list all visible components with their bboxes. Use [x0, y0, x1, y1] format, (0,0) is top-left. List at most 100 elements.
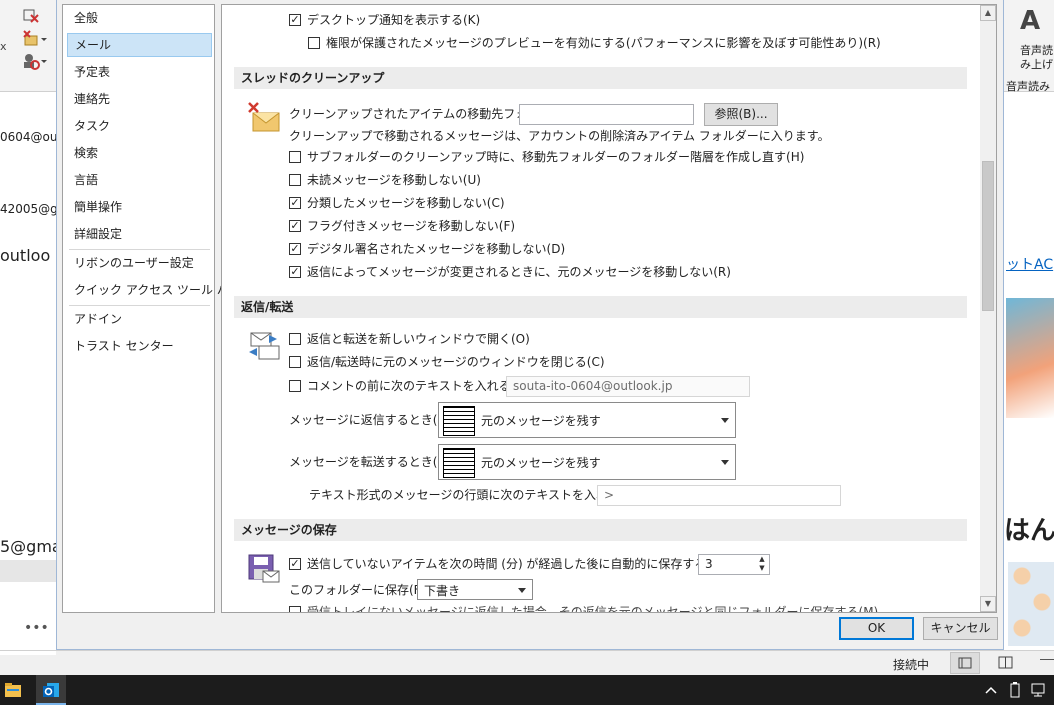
- nav-item-contacts[interactable]: 連絡先: [67, 87, 212, 111]
- save-folder-label: このフォルダーに保存(F):: [289, 583, 430, 597]
- cleanup-option-checkbox[interactable]: [289, 174, 301, 186]
- cleanup-option-checkbox[interactable]: [289, 151, 301, 163]
- reply-option-checkbox[interactable]: [289, 356, 301, 368]
- battery-icon[interactable]: [1008, 681, 1022, 699]
- options-content: デスクトップ通知を表示する(K) 権限が保護されたメッセージのプレビューを有効に…: [221, 4, 997, 613]
- reply-forward-icon: [249, 332, 280, 360]
- message-format-icon: [443, 448, 475, 478]
- section-reply-header: 返信/転送: [234, 296, 967, 318]
- read-aloud-icon[interactable]: A: [1020, 6, 1040, 36]
- reading-view-button[interactable]: [996, 654, 1016, 675]
- reply-option-label: 返信と転送を新しいウィンドウで開く(O): [307, 332, 530, 346]
- ok-button[interactable]: OK: [839, 617, 914, 640]
- nav-item-add-ins[interactable]: アドイン: [67, 307, 212, 331]
- read-aloud-group-label: 音声読み: [1006, 80, 1050, 93]
- nav-item-search[interactable]: 検索: [67, 141, 212, 165]
- cancel-button[interactable]: キャンセル: [923, 617, 998, 640]
- nav-item-language[interactable]: 言語: [67, 168, 212, 192]
- normal-view-icon: [958, 657, 972, 669]
- nav-item-mail[interactable]: メール: [67, 33, 212, 57]
- cleanup-option-checkbox[interactable]: [289, 266, 301, 278]
- nav-item-calendar[interactable]: 予定表: [67, 60, 212, 84]
- reading-view-icon: [998, 656, 1013, 669]
- cleanup-option-checkbox[interactable]: [289, 243, 301, 255]
- read-aloud-label-2: み上げ: [1020, 58, 1053, 71]
- save-reply-label: 受信トレイにないメッセージに返信した場合、その返信を元のメッセージと同じフォルダ…: [307, 605, 879, 613]
- cleanup-folder-icon: [248, 102, 280, 132]
- ribbon-fragment: x: [0, 0, 56, 92]
- nav-item-advanced[interactable]: 詳細設定: [67, 222, 212, 246]
- ad-heading: はんか: [1004, 516, 1054, 546]
- cleanup-folder-input[interactable]: [519, 104, 694, 125]
- reply-option-checkbox[interactable]: [289, 333, 301, 345]
- forward-mode-value: 元のメッセージを残す: [481, 456, 601, 470]
- prefix-text-input[interactable]: >: [597, 485, 841, 506]
- forward-mode-select[interactable]: 元のメッセージを残す: [438, 444, 736, 480]
- zoom-slider[interactable]: [1040, 659, 1054, 660]
- cleanup-option-checkbox[interactable]: [289, 220, 301, 232]
- autosave-label: 送信していないアイテムを次の時間 (分) が経過した後に自動的に保存する(S):: [307, 557, 728, 571]
- cleanup-option-label: サブフォルダーのクリーンアップ時に、移動先フォルダーのフォルダー階層を作成し直す…: [307, 150, 805, 164]
- cleanup-option-label: フラグ付きメッセージを移動しない(F): [307, 219, 516, 233]
- nav-item-tasks[interactable]: タスク: [67, 114, 212, 138]
- autosave-checkbox[interactable]: [289, 558, 301, 570]
- reply-option-label: コメントの前に次のテキストを入れる(A):: [307, 379, 533, 393]
- nav-item-general[interactable]: 全般: [67, 6, 212, 30]
- chevron-down-icon: [721, 418, 729, 423]
- cleanup-icon[interactable]: [22, 30, 48, 48]
- cleanup-option-checkbox[interactable]: [289, 197, 301, 209]
- desktop-notify-label: デスクトップ通知を表示する(K): [307, 13, 481, 27]
- email-fragment-2: 42005@gm: [0, 202, 56, 216]
- nav-item-trust-center[interactable]: トラスト センター: [67, 334, 212, 358]
- scroll-up-icon[interactable]: ▲: [980, 5, 996, 21]
- ignore-icon[interactable]: [22, 6, 40, 24]
- scroll-down-icon[interactable]: ▼: [980, 596, 996, 612]
- windows-taskbar: [0, 675, 1054, 705]
- chevron-down-icon: [518, 587, 526, 593]
- nav-item-customize-ribbon[interactable]: リボンのユーザー設定: [67, 251, 212, 275]
- chevron-up-icon[interactable]: [984, 684, 998, 696]
- nav-separator: [69, 249, 210, 250]
- reply-mode-value: 元のメッセージを残す: [481, 414, 601, 428]
- cleanup-option-label: 分類したメッセージを移動しない(C): [307, 196, 505, 210]
- reply-mode-select[interactable]: 元のメッセージを残す: [438, 402, 736, 438]
- outlook-status-bar: 接続中: [0, 650, 1054, 675]
- save-folder-value: 下書き: [424, 584, 461, 598]
- scrollbar-thumb[interactable]: [982, 161, 994, 311]
- comment-prefix-input[interactable]: souta-ito-0604@outlook.jp: [506, 376, 750, 397]
- email-fragment-1: 0604@outlo: [0, 130, 56, 144]
- ad-illustration: [1008, 562, 1054, 646]
- save-folder-select[interactable]: 下書き: [417, 579, 533, 600]
- save-reply-checkbox[interactable]: [289, 606, 301, 612]
- junk-icon[interactable]: [22, 52, 48, 70]
- email-fragment-3: outloo: [0, 246, 51, 265]
- cleanup-note: クリーンアップで移動されるメッセージは、アカウントの削除済みアイテム フォルダー…: [289, 129, 830, 143]
- nav-item-accessibility[interactable]: 簡単操作: [67, 195, 212, 219]
- chevron-down-icon: [721, 460, 729, 465]
- browse-button[interactable]: 参照(B)...: [704, 103, 778, 126]
- prefix-text-label: テキスト形式のメッセージの行頭に次のテキストを入れる(P):: [309, 488, 641, 502]
- ad-link[interactable]: ットAC: [1006, 254, 1053, 274]
- more-options-icon[interactable]: •••: [24, 620, 49, 636]
- desktop-notify-checkbox[interactable]: [289, 14, 301, 26]
- network-icon[interactable]: [1030, 682, 1050, 698]
- protected-preview-checkbox[interactable]: [308, 37, 320, 49]
- section-save-header: メッセージの保存: [234, 519, 967, 541]
- section-cleanup-header: スレッドのクリーンアップ: [234, 67, 967, 89]
- cleanup-option-label: 未読メッセージを移動しない(U): [307, 173, 481, 187]
- reply-option-checkbox[interactable]: [289, 380, 301, 392]
- email-fragment-4: 5@gma: [0, 537, 56, 556]
- content-scrollbar[interactable]: ▲ ▼: [980, 5, 996, 612]
- selected-row-fragment: [0, 560, 56, 582]
- cleanup-option-label: デジタル署名されたメッセージを移動しない(D): [307, 242, 566, 256]
- nav-item-quick-access-toolbar[interactable]: クイック アクセス ツール バー: [67, 278, 241, 302]
- message-format-icon: [443, 406, 475, 436]
- nav-separator: [69, 305, 210, 306]
- stepper-arrows-icon[interactable]: ▲ ▼: [755, 555, 769, 574]
- reply-mode-label: メッセージに返信するとき(R):: [289, 413, 455, 427]
- save-disk-icon: [248, 554, 280, 583]
- outlook-background-left: x 0604@outlo 42005@gm outloo 5@gma •••: [0, 0, 56, 650]
- view-normal-button[interactable]: [950, 652, 980, 674]
- outlook-taskbar-button[interactable]: [36, 675, 66, 705]
- file-explorer-icon[interactable]: [4, 682, 22, 698]
